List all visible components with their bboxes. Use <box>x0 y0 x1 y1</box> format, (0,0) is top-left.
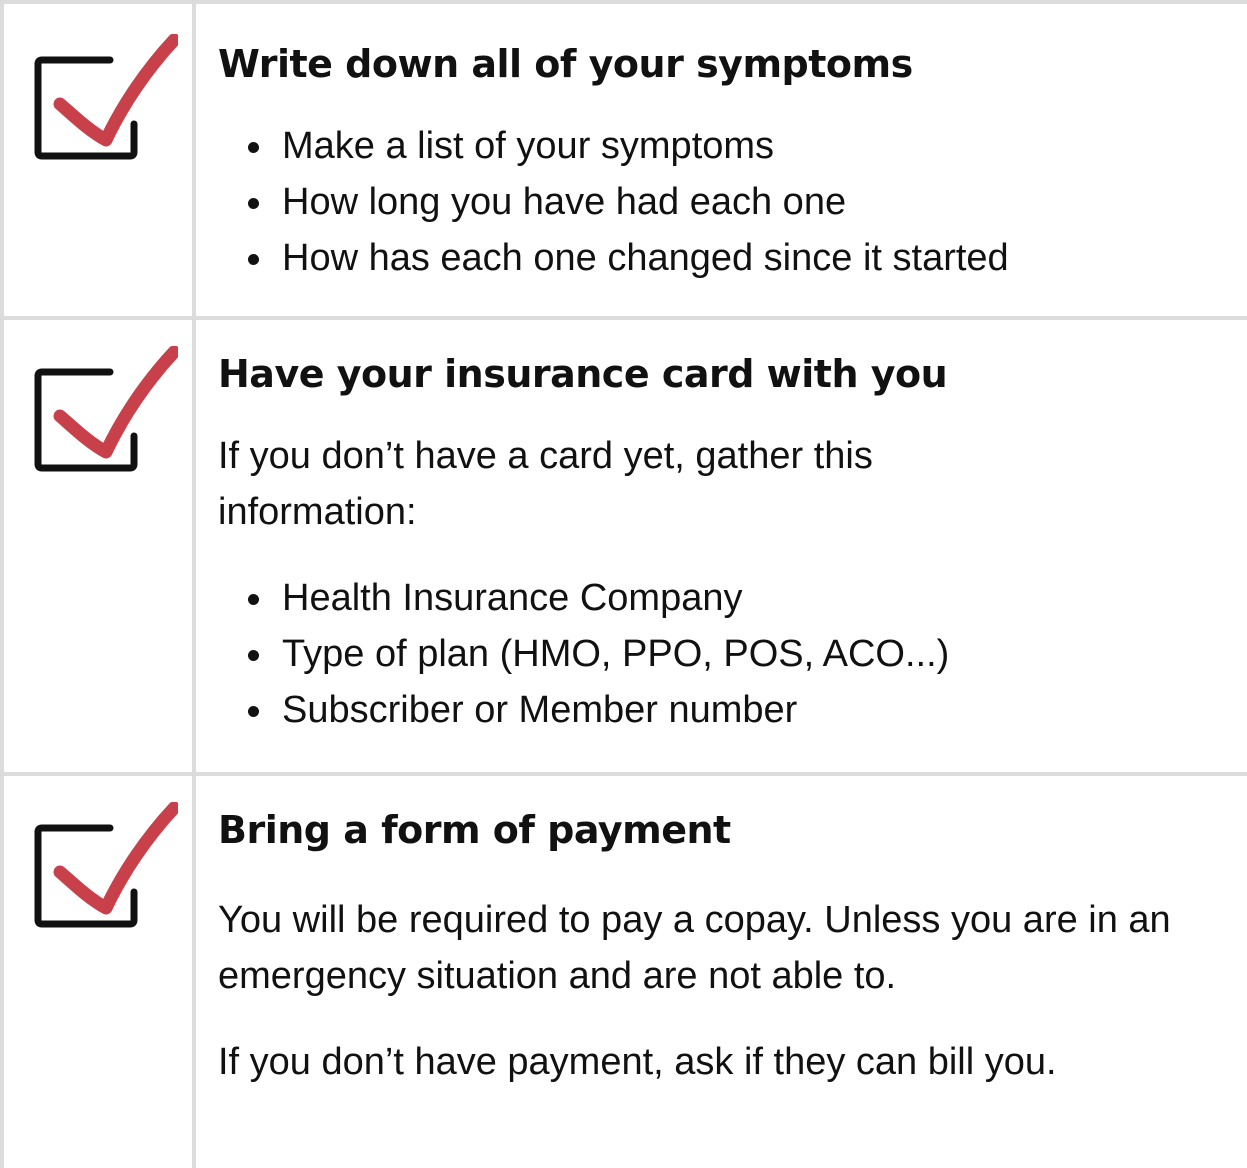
item-paragraph: If you don’t have a card yet, gather thi… <box>218 435 873 533</box>
list-item: Type of plan (HMO, PPO, POS, ACO...) <box>246 626 1237 682</box>
icon-cell <box>4 776 196 1168</box>
item-paragraph: You will be required to pay a copay. Unl… <box>218 899 1171 997</box>
item-title: Have your insurance card with you <box>218 352 948 396</box>
item-content: Bring a form of payment You will be requ… <box>196 776 1247 1168</box>
item-paragraph: If you don’t have payment, ask if they c… <box>218 1041 1057 1083</box>
checkbox-checked-icon <box>34 346 178 472</box>
checkbox-checked-icon <box>34 34 178 160</box>
bullet-list: Make a list of your symptoms How long yo… <box>246 118 1237 286</box>
bullet-list: Health Insurance Company Type of plan (H… <box>246 570 1237 738</box>
checklist-item-insurance: Have your insurance card with you If you… <box>4 320 1247 776</box>
item-content: Write down all of your symptoms Make a l… <box>196 4 1247 316</box>
item-title: Bring a form of payment <box>218 808 731 852</box>
icon-cell <box>4 4 196 316</box>
item-title: Write down all of your symptoms <box>218 42 913 86</box>
icon-cell <box>4 320 196 772</box>
checkbox-checked-icon <box>34 802 178 928</box>
list-item: How long you have had each one <box>246 174 1237 230</box>
list-item: Subscriber or Member number <box>246 682 1237 738</box>
checklist: Write down all of your symptoms Make a l… <box>0 0 1247 1168</box>
checklist-item-symptoms: Write down all of your symptoms Make a l… <box>4 4 1247 320</box>
list-item: Make a list of your symptoms <box>246 118 1237 174</box>
checklist-item-payment: Bring a form of payment You will be requ… <box>4 776 1247 1168</box>
list-item: How has each one changed since it starte… <box>246 230 1237 286</box>
list-item: Health Insurance Company <box>246 570 1237 626</box>
item-content: Have your insurance card with you If you… <box>196 320 1247 772</box>
